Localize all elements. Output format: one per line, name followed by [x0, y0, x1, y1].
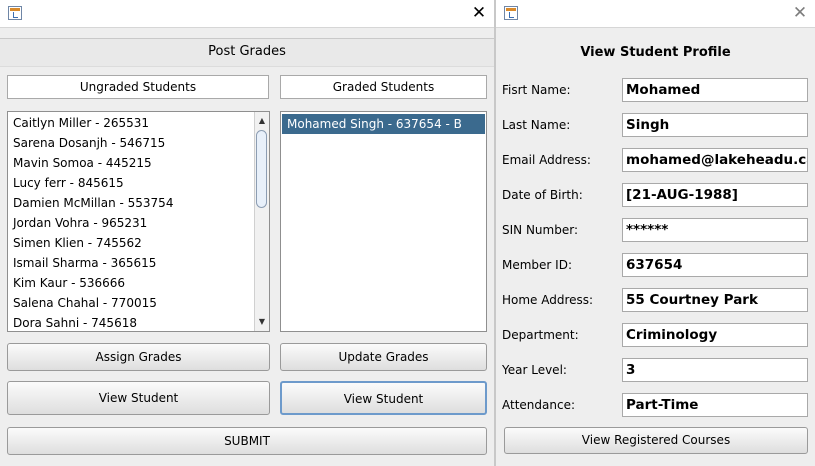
list-item[interactable]: Simen Klien - 745562 — [8, 233, 269, 253]
list-item[interactable]: Damien McMillan - 553754 — [8, 193, 269, 213]
ungraded-students-label: Ungraded Students — [7, 75, 269, 99]
close-icon[interactable]: ✕ — [790, 3, 810, 23]
profile-field[interactable]: mohamed@lakeheadu.ca — [622, 148, 808, 172]
list-item-selected[interactable]: Mohamed Singh - 637654 - B — [282, 114, 485, 134]
list-item[interactable]: Dora Sahni - 745618 — [8, 313, 269, 331]
java-cup-icon — [504, 6, 518, 20]
field-label: Fisrt Name: — [502, 83, 571, 97]
page-title: Post Grades — [0, 38, 494, 67]
vertical-scrollbar[interactable]: ▲ ▼ — [254, 112, 269, 331]
update-grades-button[interactable]: Update Grades — [280, 343, 487, 371]
list-item[interactable]: Caitlyn Miller - 265531 — [8, 113, 269, 133]
view-registered-courses-button[interactable]: View Registered Courses — [504, 427, 808, 454]
field-label: SIN Number: — [502, 223, 578, 237]
profile-field[interactable]: 3 — [622, 358, 808, 382]
page-title: View Student Profile — [496, 40, 815, 67]
list-item[interactable]: Kim Kaur - 536666 — [8, 273, 269, 293]
assign-grades-button[interactable]: Assign Grades — [7, 343, 270, 371]
scroll-up-icon[interactable]: ▲ — [255, 114, 269, 128]
post-grades-window: ✕ Post Grades Ungraded Students Graded S… — [0, 0, 494, 466]
profile-field[interactable]: Mohamed — [622, 78, 808, 102]
scroll-thumb[interactable] — [256, 130, 267, 208]
graded-students-label: Graded Students — [280, 75, 487, 99]
submit-button[interactable]: SUBMIT — [7, 427, 487, 455]
view-student-profile-window: ✕ View Student Profile Fisrt Name: Mohame… — [496, 0, 815, 466]
scroll-down-icon[interactable]: ▼ — [255, 315, 269, 329]
field-label: Email Address: — [502, 153, 591, 167]
profile-field[interactable]: [21-AUG-1988] — [622, 183, 808, 207]
profile-field[interactable]: 55 Courtney Park — [622, 288, 808, 312]
profile-field[interactable]: Part-Time — [622, 393, 808, 417]
field-label: Date of Birth: — [502, 188, 583, 202]
field-label: Last Name: — [502, 118, 571, 132]
field-label: Attendance: — [502, 398, 575, 412]
list-item[interactable]: Mavin Somoa - 445215 — [8, 153, 269, 173]
profile-field[interactable]: Singh — [622, 113, 808, 137]
field-label: Department: — [502, 328, 579, 342]
java-cup-icon — [8, 6, 22, 20]
list-item[interactable]: Ismail Sharma - 365615 — [8, 253, 269, 273]
list-item[interactable]: Lucy ferr - 845615 — [8, 173, 269, 193]
list-item[interactable]: Sarena Dosanjh - 546715 — [8, 133, 269, 153]
profile-field[interactable]: Criminology — [622, 323, 808, 347]
ungraded-students-list[interactable]: Caitlyn Miller - 265531 Sarena Dosanjh - … — [7, 111, 270, 332]
profile-field[interactable]: ****** — [622, 218, 808, 242]
field-label: Home Address: — [502, 293, 594, 307]
profile-field[interactable]: 637654 — [622, 253, 808, 277]
list-item[interactable]: Jordan Vohra - 965231 — [8, 213, 269, 233]
view-student-button[interactable]: View Student — [7, 381, 270, 415]
title-bar[interactable]: ✕ — [496, 0, 815, 28]
view-graded-student-button[interactable]: View Student — [280, 381, 487, 415]
close-icon[interactable]: ✕ — [469, 3, 489, 23]
graded-students-list[interactable]: Mohamed Singh - 637654 - B — [280, 111, 487, 332]
field-label: Member ID: — [502, 258, 572, 272]
field-label: Year Level: — [502, 363, 567, 377]
title-bar[interactable]: ✕ — [0, 0, 494, 28]
list-item[interactable]: Salena Chahal - 770015 — [8, 293, 269, 313]
